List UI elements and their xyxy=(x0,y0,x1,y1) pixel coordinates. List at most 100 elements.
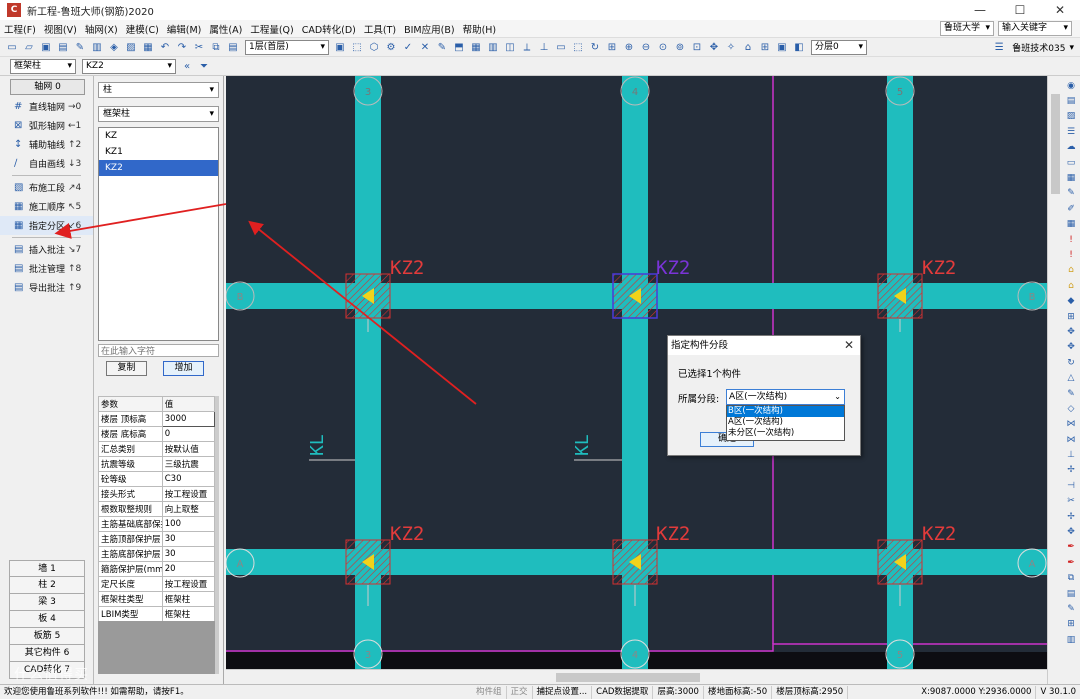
component-icon[interactable]: ⚙ xyxy=(383,40,399,55)
filter-input[interactable] xyxy=(98,344,219,357)
tool-free-line[interactable]: ∕ 自由画线 ↓3 xyxy=(0,154,93,173)
edit-component-icon[interactable]: ✎ xyxy=(434,40,450,55)
scroll-thumb[interactable] xyxy=(1051,94,1060,194)
shield-icon[interactable]: ◉ xyxy=(1064,78,1078,93)
list-item[interactable]: KZ xyxy=(99,128,218,144)
column-kz2[interactable] xyxy=(612,539,658,585)
table-row[interactable]: 汇总类别 按默认值 xyxy=(98,441,216,457)
menu-tools[interactable]: 工具(T) xyxy=(360,22,400,36)
rotate-icon[interactable]: ↻ xyxy=(587,40,603,55)
floor-select[interactable]: 1层(首层) ▾ xyxy=(245,39,329,55)
node-icon[interactable]: ◇ xyxy=(1064,401,1078,416)
tool-aux-axis[interactable]: ↕ 辅助轴线 ↑2 xyxy=(0,135,93,154)
dropdown-option[interactable]: A区(一次结构) xyxy=(727,417,844,428)
display-icon[interactable]: ▭ xyxy=(1064,155,1078,170)
collapse-panel-icon[interactable]: « xyxy=(179,59,195,74)
move-icon[interactable]: ✥ xyxy=(1064,524,1078,539)
table-row[interactable]: 砼等级 C30 xyxy=(98,471,216,487)
edit-icon[interactable]: ✎ xyxy=(1064,601,1078,616)
table-row[interactable]: 楼层 底标高 0 xyxy=(98,426,216,442)
table-row[interactable]: 定尺长度 按工程设置 xyxy=(98,576,216,592)
table-row[interactable]: 主筋底部保护层 30 xyxy=(98,546,216,562)
image-icon[interactable]: ▨ xyxy=(1064,109,1078,124)
keyword-search-input[interactable]: 输入关键字 ▾ xyxy=(998,21,1072,36)
copy-icon[interactable]: ⧉ xyxy=(208,40,224,55)
move-icon[interactable]: ✥ xyxy=(1064,340,1078,355)
break-icon[interactable]: ⟂ xyxy=(519,40,535,55)
open-file-icon[interactable]: ▱ xyxy=(21,40,37,55)
measure-icon[interactable]: ⊞ xyxy=(604,40,620,55)
tag-icon[interactable]: ⌂ xyxy=(740,40,756,55)
status-component-group[interactable]: 构件组 xyxy=(472,685,507,699)
rotate-icon[interactable]: ↻ xyxy=(1064,355,1078,370)
menu-quantity[interactable]: 工程量(Q) xyxy=(246,22,297,36)
component-name-select[interactable]: KZ2 ▾ xyxy=(82,58,176,74)
stack-icon[interactable]: ▤ xyxy=(1064,586,1078,601)
table-row[interactable]: 楼层 顶标高 3000 xyxy=(98,411,216,427)
status-ortho[interactable]: 正交 xyxy=(507,685,533,699)
division-select[interactable]: 分层0 ▾ xyxy=(811,39,867,55)
list-item[interactable]: KZ2 xyxy=(99,160,218,176)
component-subtype-select[interactable]: 框架柱 ▾ xyxy=(98,106,219,122)
component-type-select[interactable]: 框架柱 ▾ xyxy=(10,58,76,74)
minimize-button[interactable]: — xyxy=(960,0,1000,20)
copy-icon[interactable]: ⧉ xyxy=(1064,571,1078,586)
edit-icon[interactable]: ✎ xyxy=(72,40,88,55)
undo-icon[interactable]: ↶ xyxy=(157,40,173,55)
table-row[interactable]: 抗震等级 三级抗震 xyxy=(98,456,216,472)
menu-grid[interactable]: 轴网(X) xyxy=(81,22,122,36)
grid-icon[interactable]: ⊞ xyxy=(1064,617,1078,632)
table-row[interactable]: 框架柱类型 框架柱 xyxy=(98,591,216,607)
close-icon[interactable]: ✕ xyxy=(844,336,854,355)
alert-icon[interactable]: ! xyxy=(1064,232,1078,247)
column-kz2[interactable] xyxy=(877,273,923,319)
table-row[interactable]: 箍筋保护层(mm) 20 xyxy=(98,561,216,577)
tool-arc-grid[interactable]: ⊠ 弧形轴网 ←1 xyxy=(0,116,93,135)
alert-icon[interactable]: ! xyxy=(1064,247,1078,262)
segment-select[interactable]: A区(一次结构) ⌄ xyxy=(726,389,845,405)
category-grid[interactable]: 轴网 0 xyxy=(10,79,85,95)
copy-button[interactable]: 复制 xyxy=(106,361,147,376)
grid-icon[interactable]: ⊞ xyxy=(757,40,773,55)
category-slab[interactable]: 板 4 xyxy=(9,611,85,628)
merge-icon[interactable]: ⋈ xyxy=(1064,417,1078,432)
check-icon[interactable]: ✓ xyxy=(400,40,416,55)
menu-project[interactable]: 工程(F) xyxy=(0,22,40,36)
tool-assign-zone[interactable]: ▦ 指定分区 ↙6 xyxy=(0,216,93,235)
lock-icon[interactable]: ⌂ xyxy=(1064,278,1078,293)
filter-icon[interactable]: ⬡ xyxy=(366,40,382,55)
cross-icon[interactable]: ✢ xyxy=(1064,463,1078,478)
move-icon[interactable]: ⬒ xyxy=(451,40,467,55)
brush-icon[interactable]: ✒ xyxy=(1064,555,1078,570)
paste-icon[interactable]: ▤ xyxy=(225,40,241,55)
zoom-out-icon[interactable]: ⊖ xyxy=(638,40,654,55)
save-icon[interactable]: ▣ xyxy=(38,40,54,55)
table-row[interactable]: 接头形式 按工程设置 xyxy=(98,486,216,502)
pan-icon[interactable]: ✥ xyxy=(706,40,722,55)
list-icon[interactable]: ☰ xyxy=(1064,124,1078,139)
category-beam[interactable]: 梁 3 xyxy=(9,594,85,611)
table-row[interactable]: 主筋顶部保护层 30 xyxy=(98,531,216,547)
layer-toggle-icon[interactable]: ◧ xyxy=(791,40,807,55)
menu-view[interactable]: 视图(V) xyxy=(40,22,81,36)
horizontal-scrollbar[interactable] xyxy=(226,669,1047,684)
mirror-icon[interactable]: ◫ xyxy=(502,40,518,55)
calendar-icon[interactable]: ▦ xyxy=(1064,217,1078,232)
list-item[interactable]: KZ1 xyxy=(99,144,218,160)
tool-annotation-manage[interactable]: ▤ 批注管理 ↑8 xyxy=(0,259,93,278)
dropdown-option[interactable]: B区(一次结构) xyxy=(727,406,844,417)
layers-icon[interactable]: ▤ xyxy=(1064,93,1078,108)
zoom-window-icon[interactable]: ⊙ xyxy=(655,40,671,55)
category-wall[interactable]: 墙 1 xyxy=(9,560,85,577)
triangle-icon[interactable]: △ xyxy=(1064,370,1078,385)
menu-cad[interactable]: CAD转化(D) xyxy=(298,22,360,36)
org-select[interactable]: 鲁班大学 ▾ xyxy=(940,21,994,36)
layer-icon[interactable]: ◈ xyxy=(106,40,122,55)
menu-help[interactable]: 帮助(H) xyxy=(459,22,501,36)
book-icon[interactable]: ▥ xyxy=(89,40,105,55)
tool-export-annotation[interactable]: ▤ 导出批注 ↑9 xyxy=(0,278,93,297)
trim-icon[interactable]: ✂ xyxy=(1064,494,1078,509)
select-icon[interactable]: ⬚ xyxy=(349,40,365,55)
cross-icon[interactable]: ✢ xyxy=(1064,509,1078,524)
grid-icon[interactable]: ⊞ xyxy=(1064,309,1078,324)
